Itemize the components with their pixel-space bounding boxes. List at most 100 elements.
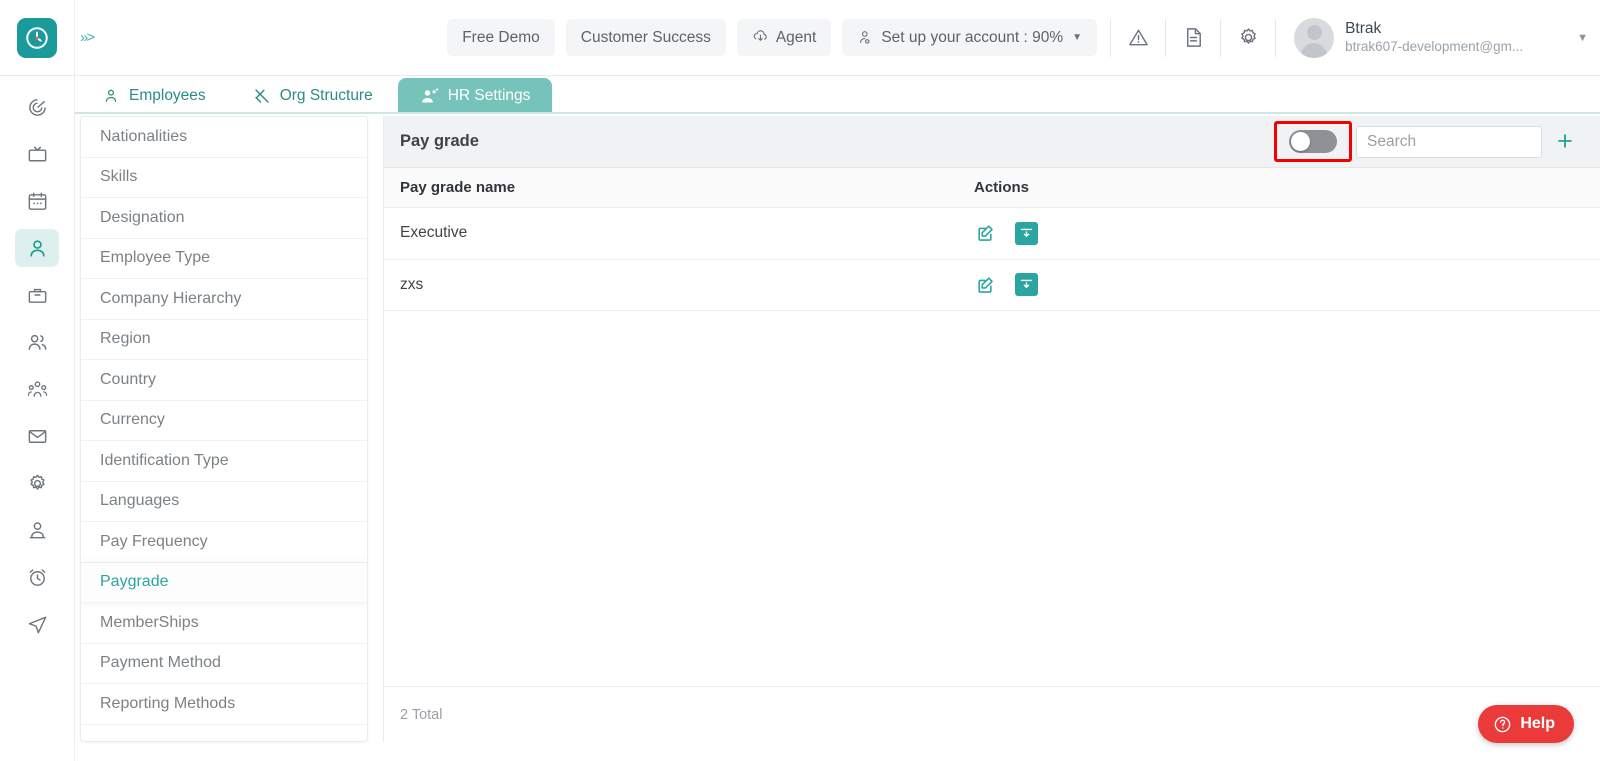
divider <box>1165 18 1167 57</box>
cell-actions <box>974 273 1174 297</box>
sidebar-item-region[interactable]: Region <box>81 320 367 360</box>
rail-item-team[interactable] <box>15 370 59 408</box>
sidebar-item-designation[interactable]: Designation <box>81 198 367 239</box>
help-label: Help <box>1520 715 1555 732</box>
divider <box>1110 18 1112 57</box>
setup-account-dropdown[interactable]: Set up your account : 90% ▼ <box>842 19 1098 56</box>
agent-cloud-icon <box>753 30 767 41</box>
rail-item-settings[interactable] <box>15 464 59 502</box>
gear-icon <box>1240 28 1256 44</box>
dashboard-spiral-icon <box>28 98 46 116</box>
icon-rail <box>0 76 75 761</box>
sidebar-item-label: Nationalities <box>100 127 188 145</box>
sidebar-item-nationalities[interactable]: Nationalities <box>81 117 367 158</box>
cell-paygrade-name: zxs <box>400 275 424 293</box>
archive-button[interactable] <box>1015 273 1038 297</box>
sidebar-item-label: Pay Frequency <box>100 532 208 550</box>
sidebar-item-currency[interactable]: Currency <box>81 401 367 441</box>
avatar <box>1294 17 1335 58</box>
tab-hr-settings-label: HR Settings <box>447 87 531 104</box>
tab-employees-label: Employees <box>129 87 206 104</box>
add-paygrade-button[interactable]: + <box>1546 123 1584 161</box>
archive-icon <box>1020 228 1033 237</box>
rail-item-mail[interactable] <box>15 417 59 455</box>
sidebar-item-label: Languages <box>100 492 180 510</box>
rail-item-alarm[interactable] <box>15 558 59 596</box>
agent-label: Agent <box>775 28 817 46</box>
tab-employees[interactable]: Employees <box>80 78 228 114</box>
sidebar-expand-button[interactable]: »> <box>75 29 103 46</box>
sidebar-item-languages[interactable]: Languages <box>81 482 367 522</box>
clock-logo-icon <box>26 26 48 49</box>
settings-button[interactable] <box>1223 13 1273 63</box>
sidebar-item-reporting-methods[interactable]: Reporting Methods <box>81 684 367 725</box>
sidebar-item-payment-method[interactable]: Payment Method <box>81 644 367 684</box>
edit-icon <box>977 225 993 242</box>
alarm-clock-icon <box>29 568 45 586</box>
sidebar-item-identification-type[interactable]: Identification Type <box>81 441 367 482</box>
rail-item-calendar[interactable] <box>15 182 59 220</box>
sidebar-item-paygrade[interactable]: Paygrade <box>81 562 367 603</box>
edit-icon <box>977 277 993 293</box>
rail-item-briefcase[interactable] <box>15 276 59 314</box>
app-logo[interactable] <box>17 17 57 58</box>
employee-person-icon <box>105 89 117 102</box>
show-archived-toggle-highlight[interactable] <box>1274 121 1352 162</box>
sidebar-item-label: Currency <box>100 411 165 429</box>
document-button[interactable] <box>1168 13 1218 63</box>
user-profile-icon <box>29 521 45 538</box>
sidebar-item-employee-type[interactable]: Employee Type <box>81 239 367 279</box>
rail-item-screen[interactable] <box>15 135 59 173</box>
top-bar: »> Free Demo Customer Success Agent Set … <box>0 0 1600 76</box>
rail-item-send[interactable] <box>15 605 59 643</box>
tab-org-structure[interactable]: Org Structure <box>230 78 395 114</box>
tab-hr-settings[interactable]: HR Settings <box>397 78 553 114</box>
chevron-down-icon: ▼ <box>1072 32 1083 43</box>
sidebar-item-country[interactable]: Country <box>81 360 367 401</box>
table-row[interactable]: zxs <box>384 260 1600 311</box>
show-archived-toggle[interactable] <box>1289 130 1337 153</box>
cell-actions <box>974 221 1174 245</box>
help-button[interactable]: Help <box>1478 705 1574 743</box>
free-demo-button[interactable]: Free Demo <box>447 19 555 56</box>
edit-button[interactable] <box>974 223 995 244</box>
rail-item-people[interactable] <box>15 323 59 361</box>
send-paperplane-icon <box>28 616 46 633</box>
customer-success-button[interactable]: Customer Success <box>565 19 726 56</box>
agent-button[interactable]: Agent <box>736 19 832 56</box>
sidebar-item-pay-frequency[interactable]: Pay Frequency <box>81 522 367 563</box>
setup-account-label: Set up your account : 90% <box>881 28 1064 46</box>
question-circle-icon <box>1495 716 1511 732</box>
rail-item-person[interactable] <box>15 229 59 267</box>
rail-item-profile[interactable] <box>15 511 59 549</box>
column-header-name: Pay grade name <box>400 179 516 196</box>
sidebar-item-skills[interactable]: Skills <box>81 158 367 198</box>
rail-item-dashboard[interactable] <box>15 88 59 126</box>
mail-envelope-icon <box>28 429 46 443</box>
sidebar-item-memberships[interactable]: MemberShips <box>81 603 367 644</box>
archive-button[interactable] <box>1015 221 1038 245</box>
sidebar-item-label: Region <box>100 330 151 348</box>
people-icon <box>28 334 46 350</box>
warning-icon <box>1128 29 1148 46</box>
user-menu-chevron-down-icon[interactable]: ▼ <box>1577 32 1588 44</box>
sidebar-item-label: Identification Type <box>100 451 229 469</box>
edit-button[interactable] <box>974 274 995 295</box>
divider <box>1220 18 1222 57</box>
sidebar-item-label: Employee Type <box>100 249 210 267</box>
free-demo-label: Free Demo <box>462 28 540 46</box>
tab-org-structure-label: Org Structure <box>279 87 373 104</box>
user-menu[interactable]: Btrak btrak607-development@gm... <box>1278 10 1531 66</box>
search-input[interactable] <box>1356 125 1542 158</box>
user-name: Btrak <box>1345 20 1382 37</box>
table-row[interactable]: Executive <box>384 208 1600 260</box>
warning-button[interactable] <box>1113 13 1163 63</box>
sidebar-item-label: Skills <box>100 168 138 186</box>
sidebar-item-label: Payment Method <box>100 654 221 672</box>
tools-icon <box>254 89 269 103</box>
table-body: Executive zxs <box>384 208 1600 686</box>
user-info: Btrak btrak607-development@gm... <box>1345 19 1523 56</box>
hr-settings-list: Nationalities Skills Designation Employe… <box>80 116 368 742</box>
sidebar-item-company-hierarchy[interactable]: Company Hierarchy <box>81 279 367 320</box>
tab-bar: Employees Org Structure HR Settings <box>80 76 553 114</box>
